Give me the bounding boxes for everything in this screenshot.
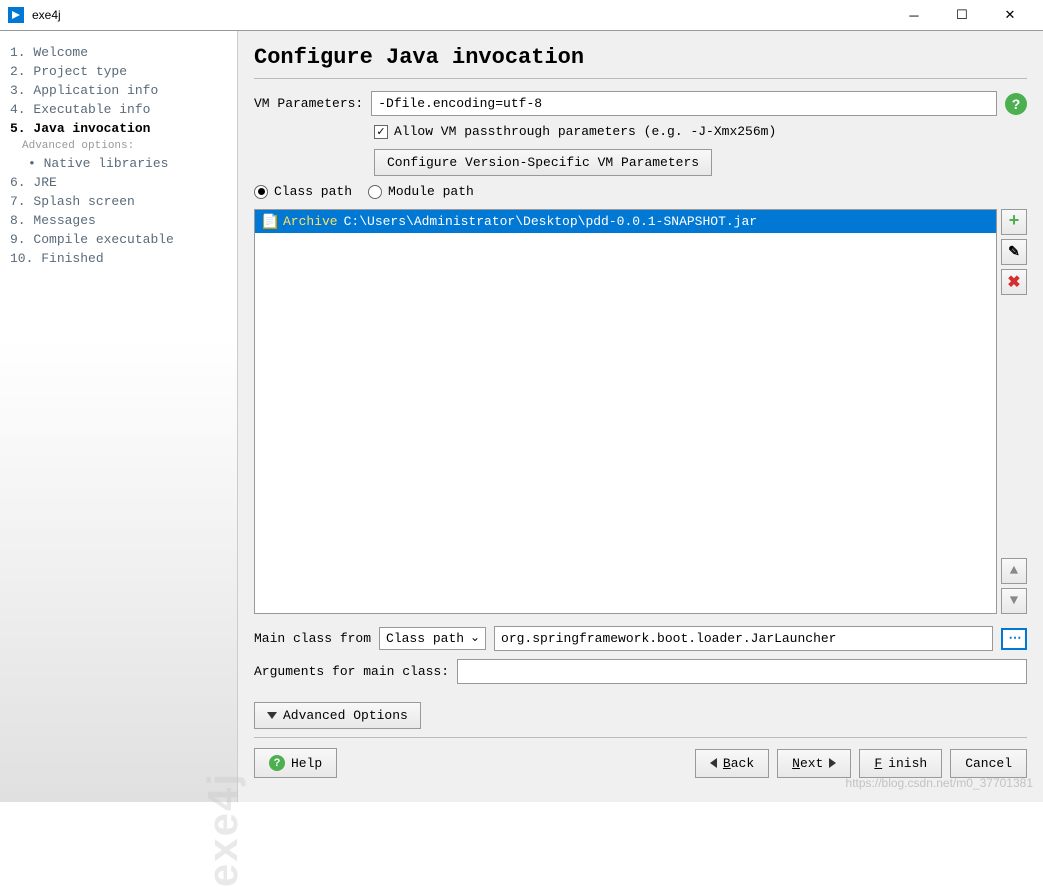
triangle-down-icon (267, 712, 277, 719)
move-up-button[interactable]: ▲ (1001, 558, 1027, 584)
allow-passthrough-label: Allow VM passthrough parameters (e.g. -J… (394, 124, 776, 139)
maximize-button[interactable]: ☐ (947, 5, 977, 25)
arguments-label: Arguments for main class: (254, 664, 449, 679)
triangle-left-icon (710, 758, 717, 768)
sidebar-watermark: exe4j (199, 772, 247, 887)
sidebar-item-executable-info[interactable]: 4. Executable info (10, 100, 227, 119)
sidebar-item-messages[interactable]: 8. Messages (10, 211, 227, 230)
add-button[interactable]: + (1001, 209, 1027, 235)
main-class-select[interactable]: Class path (379, 627, 486, 650)
delete-button[interactable]: ✖ (1001, 269, 1027, 295)
window-title: exe4j (32, 8, 899, 22)
finish-button[interactable]: Finish (859, 749, 942, 778)
edit-button[interactable]: ✎ (1001, 239, 1027, 265)
help-icon: ? (269, 755, 285, 771)
vm-params-label: VM Parameters: (254, 96, 363, 111)
sidebar: 1. Welcome 2. Project type 3. Applicatio… (0, 31, 237, 802)
move-down-button[interactable]: ▼ (1001, 588, 1027, 614)
back-button[interactable]: Back (695, 749, 769, 778)
configure-version-button[interactable]: Configure Version-Specific VM Parameters (374, 149, 712, 176)
close-button[interactable]: ✕ (995, 5, 1025, 25)
radio-icon (368, 185, 382, 199)
app-icon (8, 7, 24, 23)
advanced-options-button[interactable]: Advanced Options (254, 702, 421, 729)
sidebar-item-project-type[interactable]: 2. Project type (10, 62, 227, 81)
next-button[interactable]: Next (777, 749, 851, 778)
divider (254, 78, 1027, 79)
class-path-radio[interactable]: Class path (254, 184, 352, 199)
main-class-input[interactable] (494, 626, 993, 651)
module-path-radio[interactable]: Module path (368, 184, 474, 199)
help-button[interactable]: ? Help (254, 748, 337, 778)
sidebar-item-welcome[interactable]: 1. Welcome (10, 43, 227, 62)
archive-icon: 📄 (263, 215, 277, 229)
minimize-button[interactable]: ─ (899, 5, 929, 25)
sidebar-subitem-native-libraries[interactable]: • Native libraries (10, 154, 227, 173)
watermark-url: https://blog.csdn.net/m0_37701381 (846, 776, 1033, 790)
cancel-button[interactable]: Cancel (950, 749, 1027, 778)
sidebar-item-application-info[interactable]: 3. Application info (10, 81, 227, 100)
sidebar-advanced-label: Advanced options: (10, 138, 227, 154)
radio-icon (254, 185, 268, 199)
sidebar-item-splash-screen[interactable]: 7. Splash screen (10, 192, 227, 211)
classpath-listbox[interactable]: 📄 Archive C:\Users\Administrator\Desktop… (254, 209, 997, 614)
sidebar-item-jre[interactable]: 6. JRE (10, 173, 227, 192)
list-item[interactable]: 📄 Archive C:\Users\Administrator\Desktop… (255, 210, 996, 233)
sidebar-item-compile-executable[interactable]: 9. Compile executable (10, 230, 227, 249)
sidebar-item-finished[interactable]: 10. Finished (10, 249, 227, 268)
page-title: Configure Java invocation (254, 45, 1027, 70)
help-icon[interactable]: ? (1005, 93, 1027, 115)
arguments-input[interactable] (457, 659, 1027, 684)
titlebar: exe4j ─ ☐ ✕ (0, 0, 1043, 30)
content-panel: Configure Java invocation VM Parameters:… (237, 31, 1043, 802)
sidebar-item-java-invocation[interactable]: 5. Java invocation (10, 119, 227, 138)
triangle-right-icon (829, 758, 836, 768)
allow-passthrough-checkbox[interactable] (374, 125, 388, 139)
main-class-label: Main class from (254, 631, 371, 646)
browse-button[interactable]: ⋯ (1001, 628, 1027, 650)
vm-params-input[interactable] (371, 91, 997, 116)
